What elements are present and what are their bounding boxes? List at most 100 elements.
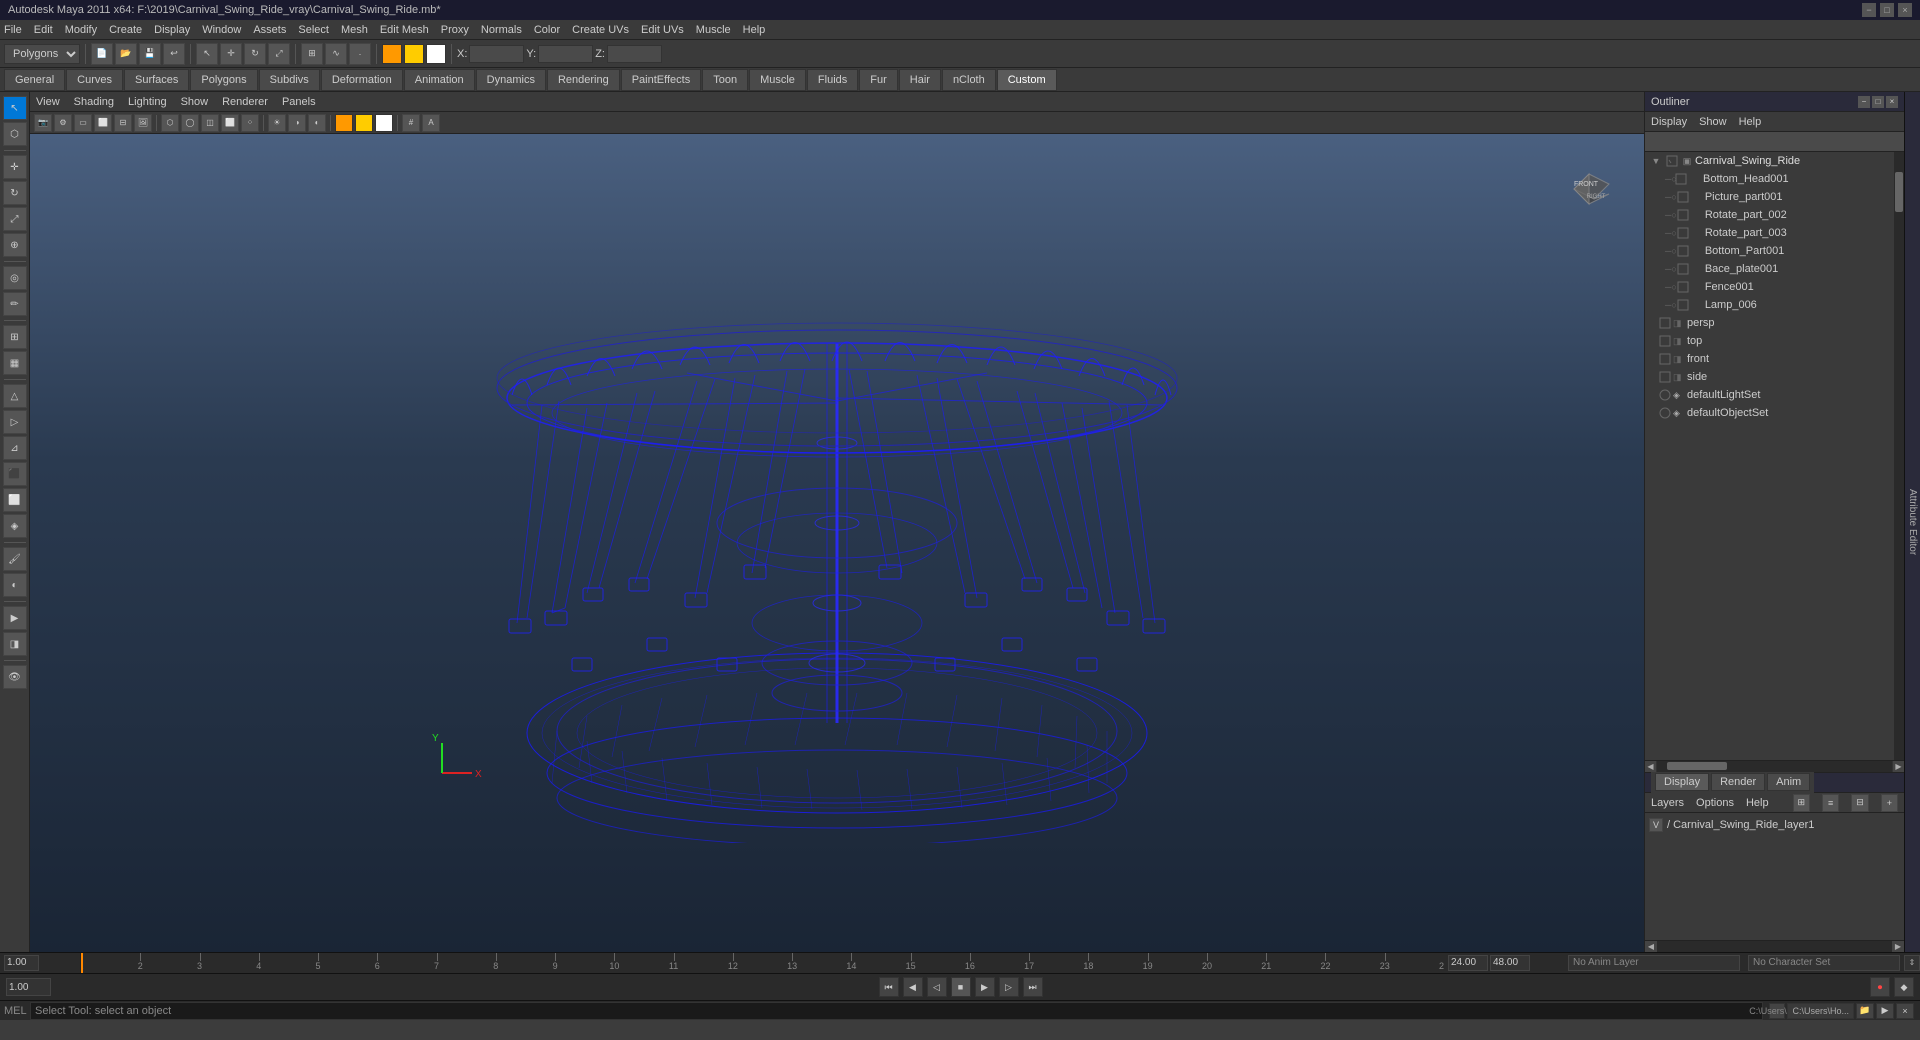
play-forward-button[interactable]: ▶ <box>975 977 995 997</box>
menu-modify[interactable]: Modify <box>65 24 97 36</box>
soft-select-button[interactable]: ◎ <box>3 266 27 290</box>
layers-menu-options[interactable]: Options <box>1696 797 1734 809</box>
outliner-maximize[interactable]: □ <box>1872 96 1884 108</box>
menu-color[interactable]: Color <box>534 24 560 36</box>
menu-file[interactable]: File <box>4 24 22 36</box>
command-input[interactable]: Select Tool: select an object <box>30 1002 1763 1020</box>
vp-lighting-default[interactable]: ◐ <box>308 114 326 132</box>
window-controls[interactable]: − □ × <box>1862 3 1912 17</box>
layers-h-scroll-left[interactable]: ◀ <box>1645 941 1657 952</box>
show-all-button[interactable]: 👁 <box>3 665 27 689</box>
viewport-menu-view[interactable]: View <box>36 96 60 108</box>
stop-button[interactable]: ■ <box>951 977 971 997</box>
layers-tab-render[interactable]: Render <box>1711 773 1765 791</box>
tree-item-picture-part001[interactable]: ─○ Picture_part001 <box>1645 188 1894 206</box>
extrude-button[interactable]: ⬛ <box>3 462 27 486</box>
menu-select[interactable]: Select <box>298 24 329 36</box>
timeline-end-input[interactable] <box>1448 955 1488 971</box>
menu-create-uvs[interactable]: Create UVs <box>572 24 629 36</box>
open-file-button[interactable]: 📂 <box>115 43 137 65</box>
tab-ncloth[interactable]: nCloth <box>942 69 996 91</box>
x-input[interactable] <box>469 45 524 63</box>
rewind-to-start-button[interactable]: ⏮ <box>879 977 899 997</box>
tab-fluids[interactable]: Fluids <box>807 69 858 91</box>
snap-grid-button[interactable]: ⊞ <box>301 43 323 65</box>
outliner-menu-show[interactable]: Show <box>1699 116 1727 128</box>
timeline-resize-handle[interactable]: ⇕ <box>1904 955 1920 971</box>
auto-keyframe-button[interactable]: ⏺ <box>1870 977 1890 997</box>
bridge-button[interactable]: ⬜ <box>3 488 27 512</box>
undo-button[interactable]: ↩ <box>163 43 185 65</box>
viewport-menu-lighting[interactable]: Lighting <box>128 96 167 108</box>
forward-to-end-button[interactable]: ⏭ <box>1023 977 1043 997</box>
layers-btn-4[interactable]: + <box>1881 794 1898 812</box>
layers-btn-2[interactable]: ≡ <box>1822 794 1839 812</box>
menu-edit-mesh[interactable]: Edit Mesh <box>380 24 429 36</box>
tree-item-top[interactable]: ◨ top <box>1645 332 1894 350</box>
universal-manip-button[interactable]: ⊕ <box>3 233 27 257</box>
tree-item-lamp-006[interactable]: ─○ Lamp_006 <box>1645 296 1894 314</box>
tree-item-defaultlightset[interactable]: ◈ defaultLightSet <box>1645 386 1894 404</box>
vp-film-gate[interactable]: ▭ <box>74 114 92 132</box>
tab-polygons[interactable]: Polygons <box>190 69 257 91</box>
new-file-button[interactable]: 📄 <box>91 43 113 65</box>
h-scroll-left[interactable]: ◀ <box>1645 761 1657 772</box>
outliner-menu-display[interactable]: Display <box>1651 116 1687 128</box>
script-run-button[interactable]: ▶ <box>1876 1003 1894 1019</box>
save-file-button[interactable]: 💾 <box>139 43 161 65</box>
layer-item-1[interactable]: V / Carnival_Swing_Ride_layer1 <box>1649 815 1900 835</box>
ipr-button[interactable]: ◨ <box>3 632 27 656</box>
scale-tool-button[interactable]: ⤢ <box>268 43 290 65</box>
tree-item-fence001[interactable]: ─○ Fence001 <box>1645 278 1894 296</box>
color-btn-1[interactable] <box>382 44 402 64</box>
expand-icon-carnival[interactable]: ▼ <box>1649 154 1663 168</box>
scale-button[interactable]: ⤢ <box>3 207 27 231</box>
tree-item-persp[interactable]: ◨ persp <box>1645 314 1894 332</box>
vp-shading-flat[interactable]: ◫ <box>201 114 219 132</box>
tab-dynamics[interactable]: Dynamics <box>476 69 546 91</box>
tree-item-front[interactable]: ◨ front <box>1645 350 1894 368</box>
tab-toon[interactable]: Toon <box>702 69 748 91</box>
layers-menu-layers[interactable]: Layers <box>1651 797 1684 809</box>
vp-lighting-all[interactable]: ☀ <box>268 114 286 132</box>
vp-clipping[interactable]: ⊟ <box>114 114 132 132</box>
artisan-button[interactable]: ◐ <box>3 573 27 597</box>
current-frame-input[interactable] <box>6 978 51 996</box>
rotate-tool-button[interactable]: ↻ <box>244 43 266 65</box>
tree-item-side[interactable]: ◨ side <box>1645 368 1894 386</box>
viewport-3d[interactable]: X Y FRONT RIGHT <box>30 134 1644 952</box>
vp-shading-smooth[interactable]: ◯ <box>181 114 199 132</box>
outliner-tree-scroll[interactable]: ▼ ▣ Carnival_Swing_Ride ─○ <box>1645 152 1894 760</box>
color-btn-2[interactable] <box>404 44 424 64</box>
vp-color-3[interactable] <box>375 114 393 132</box>
menu-assets[interactable]: Assets <box>253 24 286 36</box>
outliner-search-bar[interactable] <box>1645 132 1904 152</box>
script-clear-button[interactable]: × <box>1896 1003 1914 1019</box>
view-cube[interactable]: FRONT RIGHT <box>1554 154 1624 224</box>
split-polygon-button[interactable]: ⊿ <box>3 436 27 460</box>
tab-subdivs[interactable]: Subdivs <box>259 69 320 91</box>
timeline-anim-end-input[interactable] <box>1490 955 1530 971</box>
layers-h-scrollbar[interactable] <box>1657 941 1892 952</box>
outliner-menu-help[interactable]: Help <box>1739 116 1762 128</box>
render-button[interactable]: ▶ <box>3 606 27 630</box>
z-input[interactable] <box>607 45 662 63</box>
mode-dropdown[interactable]: Polygons <box>4 44 80 64</box>
select-mode-button[interactable]: ↖ <box>3 96 27 120</box>
outliner-search-input[interactable] <box>1649 136 1900 148</box>
outliner-close[interactable]: × <box>1886 96 1898 108</box>
append-polygon-button[interactable]: ▷ <box>3 410 27 434</box>
tab-muscle[interactable]: Muscle <box>749 69 806 91</box>
layers-menu-help[interactable]: Help <box>1746 797 1769 809</box>
vp-shading-wireframe[interactable]: ⬡ <box>161 114 179 132</box>
layer-visibility-btn[interactable]: V <box>1649 818 1663 832</box>
viewport-menu-show[interactable]: Show <box>181 96 209 108</box>
tree-item-defaultobjectset[interactable]: ◈ defaultObjectSet <box>1645 404 1894 422</box>
outliner-minimize[interactable]: − <box>1858 96 1870 108</box>
layers-btn-1[interactable]: ⊞ <box>1793 794 1810 812</box>
tab-animation[interactable]: Animation <box>404 69 475 91</box>
tree-item-carnival-swing-ride[interactable]: ▼ ▣ Carnival_Swing_Ride <box>1645 152 1894 170</box>
snap-point-button[interactable]: · <box>349 43 371 65</box>
tab-hair[interactable]: Hair <box>899 69 941 91</box>
tree-item-bace-plate001[interactable]: ─○ Bace_plate001 <box>1645 260 1894 278</box>
